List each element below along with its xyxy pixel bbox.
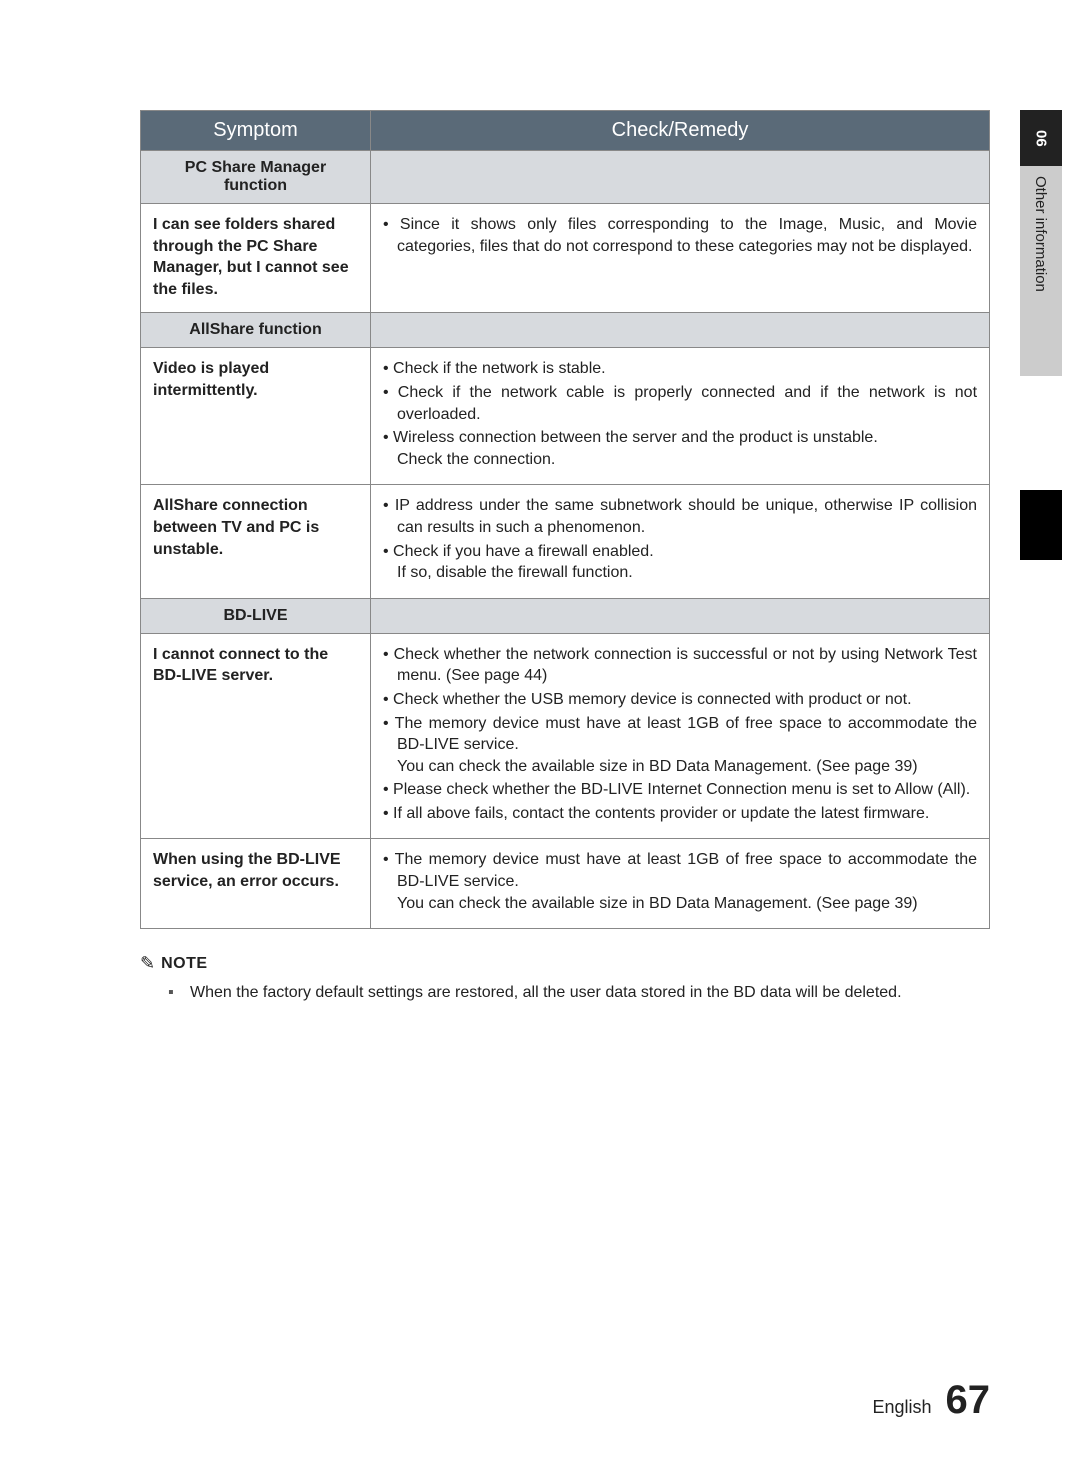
side-tab: 06 Other information bbox=[1020, 110, 1062, 530]
remedy-subline: You can check the available size in BD D… bbox=[383, 756, 977, 778]
note-block: ✎ NOTE ▪ When the factory default settin… bbox=[140, 953, 990, 1002]
remedy-item: Please check whether the BD-LIVE Interne… bbox=[383, 779, 977, 801]
section-row: AllShare function bbox=[141, 313, 990, 348]
remedy-item: Since it shows only files corresponding … bbox=[383, 214, 977, 257]
page-footer: English 67 bbox=[872, 1378, 990, 1423]
remedy-item: The memory device must have at least 1GB… bbox=[383, 849, 977, 892]
header-remedy: Check/Remedy bbox=[371, 111, 990, 151]
note-head: ✎ NOTE bbox=[140, 953, 990, 974]
remedy-list: IP address under the same subnetwork sho… bbox=[383, 495, 977, 562]
table-row: I can see folders shared through the PC … bbox=[141, 204, 990, 313]
remedy-cell: The memory device must have at least 1GB… bbox=[371, 839, 990, 929]
symptom-cell: I cannot connect to the BD-LIVE server. bbox=[141, 633, 371, 839]
chapter-title-wrap: Other information bbox=[1020, 166, 1062, 376]
section-row: BD-LIVE bbox=[141, 598, 990, 633]
header-symptom: Symptom bbox=[141, 111, 371, 151]
remedy-item: If all above fails, contact the contents… bbox=[383, 803, 977, 825]
remedy-subline: If so, disable the firewall function. bbox=[383, 562, 977, 584]
remedy-cell: Since it shows only files corresponding … bbox=[371, 204, 990, 313]
remedy-item: Check if the network cable is properly c… bbox=[383, 382, 977, 425]
remedy-item: Check if the network is stable. bbox=[383, 358, 977, 380]
remedy-item: Wireless connection between the server a… bbox=[383, 427, 977, 449]
remedy-item: IP address under the same subnetwork sho… bbox=[383, 495, 977, 538]
symptom-cell: Video is played intermittently. bbox=[141, 348, 371, 485]
remedy-list: The memory device must have at least 1GB… bbox=[383, 849, 977, 892]
note-icon: ✎ bbox=[140, 953, 155, 974]
table-row: I cannot connect to the BD-LIVE server. … bbox=[141, 633, 990, 839]
chapter-title: Other information bbox=[1020, 166, 1061, 302]
table-row: Video is played intermittently. Check if… bbox=[141, 348, 990, 485]
remedy-list: Please check whether the BD-LIVE Interne… bbox=[383, 779, 977, 824]
remedy-item: Check whether the network connection is … bbox=[383, 644, 977, 687]
section-empty bbox=[371, 151, 990, 204]
side-marker bbox=[1020, 490, 1062, 560]
section-title: BD-LIVE bbox=[141, 598, 371, 633]
section-empty bbox=[371, 598, 990, 633]
note-bullet-icon: ▪ bbox=[168, 984, 180, 1002]
section-title: PC Share Manager function bbox=[141, 151, 371, 204]
table-header-row: Symptom Check/Remedy bbox=[141, 111, 990, 151]
symptom-cell: When using the BD-LIVE service, an error… bbox=[141, 839, 371, 929]
note-text: When the factory default settings are re… bbox=[190, 984, 902, 1002]
remedy-list: Check if the network is stable. Check if… bbox=[383, 358, 977, 448]
symptom-cell: I can see folders shared through the PC … bbox=[141, 204, 371, 313]
remedy-list: Check whether the network connection is … bbox=[383, 644, 977, 756]
troubleshooting-table: Symptom Check/Remedy PC Share Manager fu… bbox=[140, 110, 990, 929]
table-row: When using the BD-LIVE service, an error… bbox=[141, 839, 990, 929]
section-title: AllShare function bbox=[141, 313, 371, 348]
footer-page-number: 67 bbox=[946, 1378, 991, 1423]
section-row: PC Share Manager function bbox=[141, 151, 990, 204]
page: 06 Other information Symptom Check/Remed… bbox=[0, 0, 1080, 1479]
remedy-cell: Check whether the network connection is … bbox=[371, 633, 990, 839]
remedy-subline: Check the connection. bbox=[383, 449, 977, 471]
remedy-list: Since it shows only files corresponding … bbox=[383, 214, 977, 257]
remedy-item: Check if you have a firewall enabled. bbox=[383, 541, 977, 563]
section-empty bbox=[371, 313, 990, 348]
remedy-cell: Check if the network is stable. Check if… bbox=[371, 348, 990, 485]
remedy-cell: IP address under the same subnetwork sho… bbox=[371, 485, 990, 598]
remedy-item: Check whether the USB memory device is c… bbox=[383, 689, 977, 711]
symptom-cell: AllShare connection between TV and PC is… bbox=[141, 485, 371, 598]
note-label: NOTE bbox=[161, 955, 207, 973]
remedy-item: The memory device must have at least 1GB… bbox=[383, 713, 977, 756]
table-row: AllShare connection between TV and PC is… bbox=[141, 485, 990, 598]
chapter-number: 06 bbox=[1020, 110, 1062, 166]
note-item: ▪ When the factory default settings are … bbox=[140, 984, 990, 1002]
remedy-subline: You can check the available size in BD D… bbox=[383, 893, 977, 915]
footer-language: English bbox=[872, 1397, 931, 1418]
